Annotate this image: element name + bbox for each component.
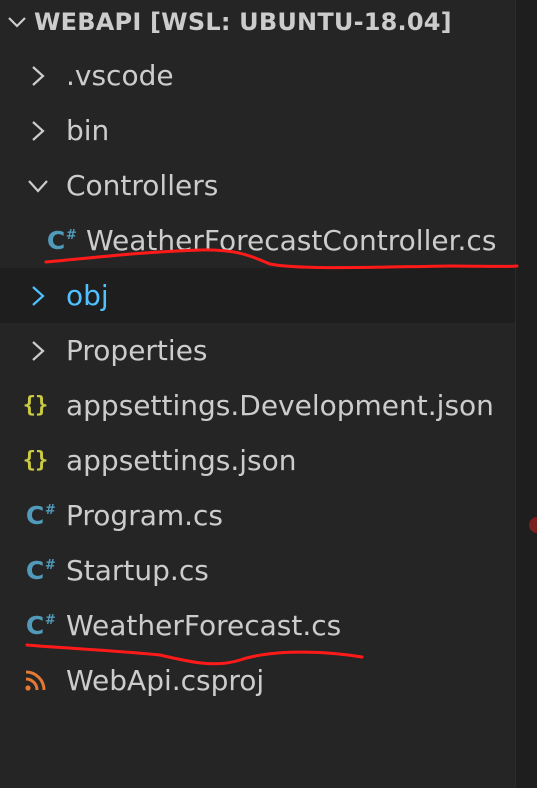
- tree-item-label: Properties: [66, 334, 208, 367]
- editor-edge-strip: [515, 0, 537, 788]
- tree-item-label: WeatherForecastController.cs: [86, 224, 497, 257]
- tree-item-program-file[interactable]: C # Program.cs: [0, 488, 515, 543]
- json-braces-icon: {}: [22, 448, 48, 473]
- tree-item-startup-file[interactable]: C # Startup.cs: [0, 543, 515, 598]
- file-explorer-panel: WEBAPI [WSL: UBUNTU-18.04] .vscode bin C…: [0, 0, 537, 788]
- csharp-file-icon: C #: [25, 556, 56, 585]
- chevron-right-icon: [30, 64, 46, 88]
- tree-item-label: appsettings.json: [66, 444, 297, 477]
- tree-item-label: Startup.cs: [66, 554, 209, 587]
- json-braces-icon: {}: [22, 393, 48, 418]
- tree-item-label: appsettings.Development.json: [66, 389, 494, 422]
- chevron-right-icon: [30, 339, 46, 363]
- tree-item-vscode-folder[interactable]: .vscode: [0, 48, 515, 103]
- chevron-down-icon: [26, 178, 50, 194]
- csharp-file-icon: C #: [25, 611, 56, 640]
- tree-item-label: WebApi.csproj: [66, 664, 265, 697]
- rss-feed-icon: [19, 665, 51, 697]
- tree-item-label: bin: [66, 114, 110, 147]
- chevron-right-icon: [30, 119, 46, 143]
- tree-item-appsettings-file[interactable]: {} appsettings.json: [0, 433, 515, 488]
- csharp-file-icon: C #: [46, 226, 77, 255]
- tree-item-properties-folder[interactable]: Properties: [0, 323, 515, 378]
- csharp-file-icon: C #: [25, 501, 56, 530]
- chevron-down-icon: [0, 15, 34, 29]
- tree-item-label: WeatherForecast.cs: [66, 609, 342, 642]
- tree-item-label: Controllers: [66, 169, 219, 202]
- workspace-section-header[interactable]: WEBAPI [WSL: UBUNTU-18.04]: [0, 0, 515, 44]
- tree-item-weatherforecast-file[interactable]: C # WeatherForecast.cs: [0, 598, 515, 653]
- tree-item-weatherforecastcontroller-file[interactable]: C # WeatherForecastController.cs: [0, 213, 515, 268]
- tree-item-obj-folder[interactable]: obj: [0, 268, 515, 323]
- tree-item-label: .vscode: [66, 59, 174, 92]
- chevron-right-icon: [30, 284, 46, 308]
- tree-item-controllers-folder[interactable]: Controllers: [0, 158, 515, 213]
- tree-item-appsettings-development-file[interactable]: {} appsettings.Development.json: [0, 378, 515, 433]
- tree-item-label: obj: [66, 279, 109, 312]
- tree-item-label: Program.cs: [66, 499, 224, 532]
- tree-item-bin-folder[interactable]: bin: [0, 103, 515, 158]
- workspace-title: WEBAPI [WSL: UBUNTU-18.04]: [34, 8, 452, 36]
- tree-item-webapi-csproj-file[interactable]: WebApi.csproj: [0, 653, 515, 708]
